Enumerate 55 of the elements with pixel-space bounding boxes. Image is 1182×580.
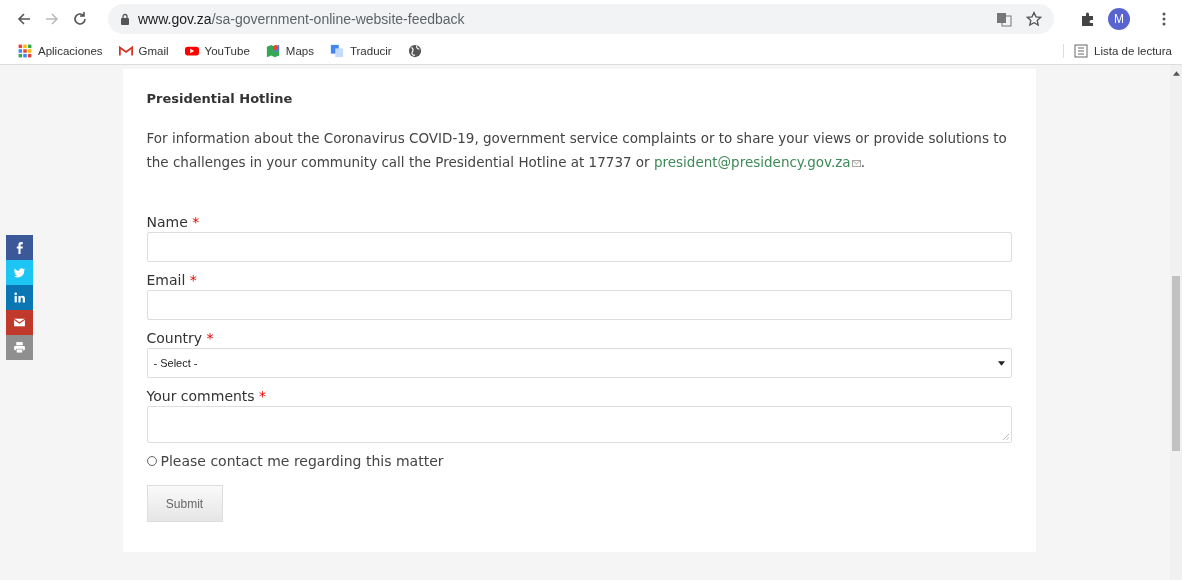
scrollbar-thumb[interactable] — [1172, 276, 1180, 451]
resize-grip-icon[interactable] — [1001, 433, 1009, 440]
field-label: Country — [146, 330, 203, 346]
country-dropdown[interactable]: - Select - — [146, 348, 1012, 378]
url-host: www.gov.za — [138, 11, 212, 27]
envelope-icon — [851, 160, 861, 167]
youtube-logo — [184, 44, 199, 58]
reading-list-icon — [1074, 44, 1088, 58]
required-mark: * — [189, 272, 197, 288]
bookmark-globe[interactable] — [407, 44, 422, 58]
email-link[interactable]: president@presidency.gov.za — [653, 154, 861, 170]
print-share-button[interactable] — [6, 335, 33, 360]
bookmark[interactable]: Aplicaciones — [18, 44, 103, 58]
star-icon[interactable] — [1026, 11, 1042, 27]
maps-logo — [265, 44, 280, 58]
gmail-logo — [118, 44, 133, 58]
globe-icon — [407, 44, 422, 58]
linkedin-share-button[interactable] — [6, 285, 33, 310]
linkedin-icon — [13, 291, 26, 304]
submit-button[interactable]: Submit — [146, 485, 223, 522]
apps-grid-icon — [18, 44, 32, 58]
bookmark[interactable]: YouTube — [184, 44, 250, 58]
envelope-icon — [13, 316, 26, 329]
scrollbar[interactable] — [1170, 65, 1182, 580]
back-icon[interactable] — [16, 11, 32, 27]
lock-icon — [120, 13, 130, 25]
bookmark[interactable]: Traducir — [329, 44, 392, 58]
comments-field[interactable] — [146, 406, 1012, 443]
reload-icon[interactable] — [72, 11, 88, 27]
bookmark[interactable]: Maps — [265, 44, 314, 58]
field-label: Your comments — [146, 388, 255, 404]
url-path: /sa-government-online-website-feedback — [211, 11, 465, 27]
section-heading: Presidential Hotline — [146, 91, 294, 106]
facebook-share-button[interactable] — [6, 235, 33, 260]
caret-icon — [997, 360, 1005, 366]
address-bar[interactable]: www.gov.za/sa-government-online-website-feedback — [108, 4, 1054, 34]
text-field[interactable] — [146, 290, 1012, 320]
required-mark: * — [259, 388, 267, 404]
required-mark: * — [206, 330, 214, 346]
bookmark[interactable]: Gmail — [118, 44, 169, 58]
text-field[interactable] — [146, 232, 1012, 262]
intro-paragraph: For information about the Coronavirus COVID-19, government service complaints or to share your views or provide solutions to the challenges in your community call the Presidential Hotline at 17737 or president@presidency.gov.za . — [146, 129, 1008, 172]
radio-label: Please contact me regarding this matter — [160, 453, 444, 469]
reading-list-button[interactable]: Lista de lectura — [1063, 44, 1172, 58]
field-label: Name — [146, 214, 188, 230]
profile-avatar[interactable]: M — [1108, 8, 1130, 30]
puzzle-icon[interactable] — [1080, 11, 1096, 27]
required-mark: * — [192, 214, 200, 230]
field-label: Email — [146, 272, 186, 288]
translate-icon[interactable] — [996, 11, 1012, 27]
scroll-up-arrow-icon[interactable] — [1172, 71, 1180, 76]
translate-logo — [329, 44, 344, 58]
printer-icon — [13, 341, 26, 354]
email-share-button[interactable] — [6, 310, 33, 335]
twitter-icon — [13, 266, 26, 279]
